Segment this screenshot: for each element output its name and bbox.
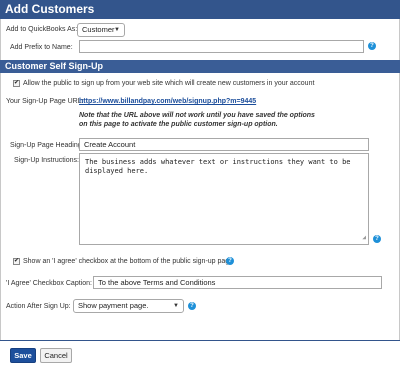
url-note-line2: on this page to activate the public cust… [79,121,278,128]
prefix-label: Add Prefix to Name: [10,44,73,51]
agree-caption-input[interactable] [93,276,382,289]
save-button[interactable]: Save [10,348,36,363]
signup-url-link[interactable]: https://www.billandpay.com/web/signup.ph… [79,98,256,105]
qb-label: Add to QuickBooks As: [6,26,78,33]
signup-heading-input[interactable] [79,138,369,151]
action-select-value: Show payment page. [78,301,149,310]
action-label: Action After Sign Up: [6,303,71,310]
allow-signup-label: Allow the public to sign up from your we… [23,80,315,87]
help-icon[interactable]: ? [226,257,234,265]
help-icon[interactable]: ? [188,302,196,310]
instructions-text-line2: displayed here. [85,167,149,175]
instructions-label: Sign-Up Instructions: [14,157,79,164]
resize-handle-icon[interactable]: ◢ [362,233,366,242]
qb-select[interactable]: Customer ▼ [77,23,125,37]
chevron-down-icon: ▼ [114,27,120,33]
heading-label: Sign-Up Page Heading: [10,142,84,149]
prefix-input[interactable] [79,40,364,53]
allow-signup-checkbox[interactable]: ✔ [13,80,20,87]
qb-select-value: Customer [82,25,115,34]
help-icon[interactable]: ? [373,235,381,243]
signup-instructions-textarea[interactable]: The business adds whatever text or instr… [79,153,369,245]
url-note-line1: Note that the URL above will not work un… [79,112,315,119]
chevron-down-icon: ▼ [173,303,179,309]
section-title: Customer Self Sign-Up [0,60,400,73]
show-agree-label: Show an 'I agree' checkbox at the bottom… [23,258,234,265]
footer-divider [0,340,400,341]
caption-label: 'I Agree' Checkbox Caption: [6,280,92,287]
page-title: Add Customers [0,0,400,19]
url-label: Your Sign-Up Page URL: [6,98,84,105]
instructions-text-line1: The business adds whatever text or instr… [85,158,351,166]
help-icon[interactable]: ? [368,42,376,50]
show-agree-checkbox[interactable]: ✔ [13,258,20,265]
action-select[interactable]: Show payment page. ▼ [73,299,184,313]
cancel-button[interactable]: Cancel [40,348,72,363]
